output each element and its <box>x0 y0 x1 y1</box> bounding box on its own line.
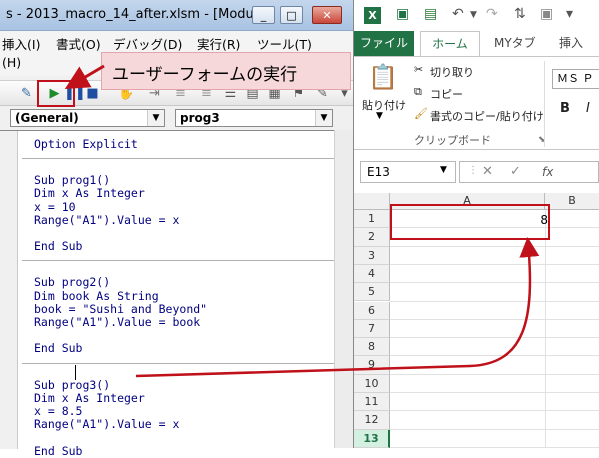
value-arrow <box>135 237 540 378</box>
annotation-arrows <box>64 64 540 378</box>
callout-arrow <box>64 64 105 90</box>
